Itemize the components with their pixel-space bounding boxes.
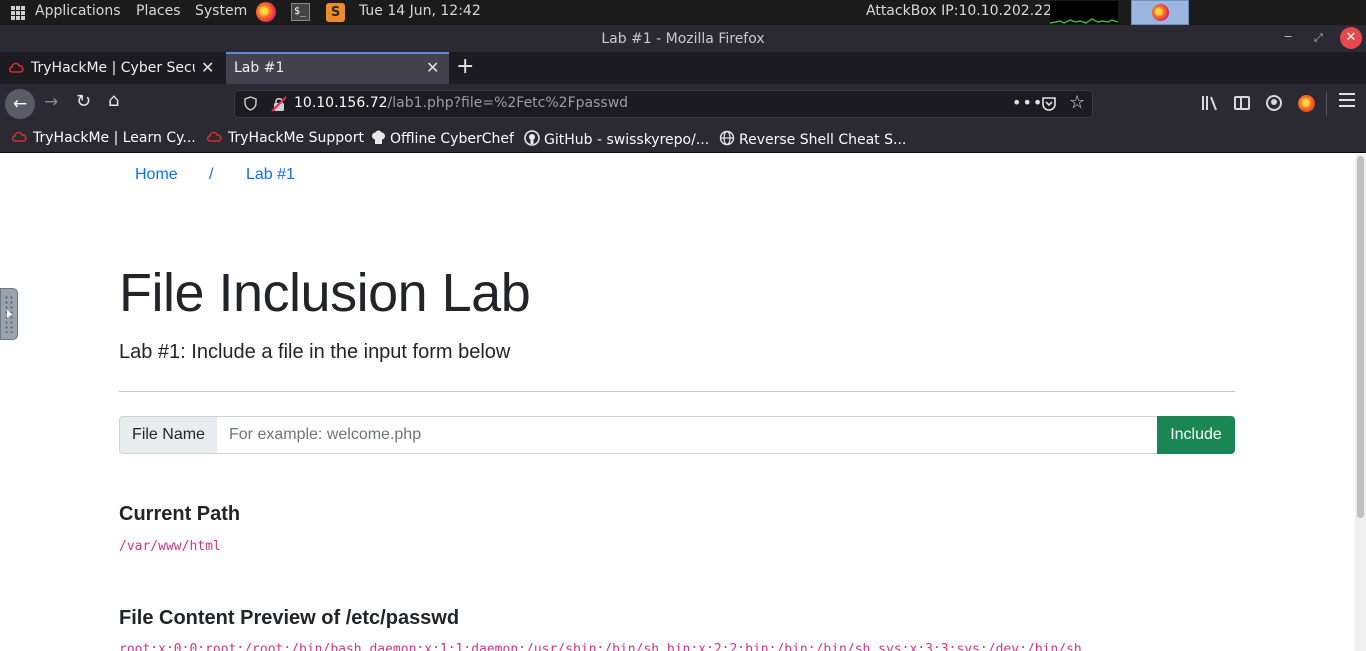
file-include-form: File Name Include <box>119 416 1235 454</box>
github-icon <box>524 130 540 146</box>
navigation-toolbar: ← → ↻ ⌂ 10.10.156.72/lab1.php?file=%2Fet… <box>0 84 1366 124</box>
file-preview-filename: /etc/passwd <box>345 607 460 629</box>
insecure-lock-icon[interactable] <box>271 96 287 112</box>
hamburger-menu-icon[interactable] <box>1339 93 1355 109</box>
attackbox-ip: AttackBox IP:10.10.202.228 <box>866 3 1061 19</box>
file-name-label: File Name <box>119 416 218 454</box>
page-subtitle: Lab #1: Include a file in the input form… <box>119 341 511 363</box>
current-path-heading: Current Path <box>119 503 241 525</box>
bookmark-star-icon[interactable]: ☆ <box>1069 92 1085 113</box>
url-text[interactable]: 10.10.156.72/lab1.php?file=%2Fetc%2Fpass… <box>294 95 628 111</box>
tab-label: TryHackMe | Cyber Security Training <box>31 60 195 76</box>
split-view-handle[interactable] <box>0 288 18 340</box>
breadcrumb-separator: / <box>209 166 214 183</box>
bookmark-label: TryHackMe Support <box>228 130 364 146</box>
breadcrumb-home-link[interactable]: Home <box>135 166 178 184</box>
tab-lab1[interactable]: Lab #1 ✕ <box>226 52 449 84</box>
apps-grid-icon[interactable] <box>11 6 25 20</box>
chef-hat-icon <box>372 130 385 144</box>
window-titlebar: Lab #1 - Mozilla Firefox ‒ ⤢ ✕ <box>0 25 1366 52</box>
tryhackme-icon <box>9 62 24 73</box>
firefox-icon <box>1152 4 1169 21</box>
window-title: Lab #1 - Mozilla Firefox <box>601 31 765 47</box>
places-menu[interactable]: Places <box>136 3 181 19</box>
page-actions-icon[interactable]: ••• <box>1012 93 1043 112</box>
globe-icon <box>719 130 735 146</box>
account-icon[interactable] <box>1266 95 1282 111</box>
maximize-button[interactable]: ⤢ <box>1314 31 1323 45</box>
breadcrumb-current-link[interactable]: Lab #1 <box>246 166 295 184</box>
include-button[interactable]: Include <box>1157 416 1235 454</box>
tryhackme-icon <box>206 131 222 142</box>
bookmark-label: Reverse Shell Cheat S... <box>739 132 907 148</box>
applications-menu[interactable]: Applications <box>35 3 121 19</box>
os-top-panel: Applications Places System $_ S Tue 14 J… <box>0 0 1366 25</box>
url-bar[interactable]: 10.10.156.72/lab1.php?file=%2Fetc%2Fpass… <box>234 90 1093 118</box>
close-window-button[interactable]: ✕ <box>1340 27 1362 49</box>
scrollbar-thumb[interactable] <box>1357 156 1364 518</box>
file-name-input[interactable] <box>217 416 1158 454</box>
url-path: /lab1.php?file=%2Fetc%2Fpasswd <box>387 95 629 111</box>
extension-icon[interactable] <box>1298 95 1315 112</box>
bookmark-tryhackme-learn[interactable]: TryHackMe | Learn Cy... <box>11 130 196 146</box>
bookmark-label: Offline CyberChef <box>390 131 514 147</box>
tab-tryhackme[interactable]: TryHackMe | Cyber Security Training ✕ <box>0 52 224 84</box>
minimize-button[interactable]: ‒ <box>1284 29 1292 44</box>
system-menu[interactable]: System <box>195 3 247 19</box>
url-host: 10.10.156.72 <box>294 95 388 111</box>
bookmark-github-swisskyrepo[interactable]: GitHub - swisskyrepo/... <box>524 130 709 148</box>
file-content-preview: root:x:0:0:root:/root:/bin/bash daemon:x… <box>119 642 1082 651</box>
bookmark-label: TryHackMe | Learn Cy... <box>33 130 196 146</box>
tab-strip: TryHackMe | Cyber Security Training ✕ La… <box>0 52 1366 84</box>
tab-close-icon[interactable]: ✕ <box>201 58 214 77</box>
sublime-launcher-icon[interactable]: S <box>326 3 345 22</box>
bookmark-offline-cyberchef[interactable]: Offline CyberChef <box>371 130 514 147</box>
file-preview-heading: File Content Preview of /etc/passwd <box>119 607 459 630</box>
bookmark-tryhackme-support[interactable]: TryHackMe Support <box>206 130 364 146</box>
file-preview-heading-prefix: File Content Preview of <box>119 607 346 629</box>
home-button[interactable]: ⌂ <box>108 90 119 111</box>
reload-button[interactable]: ↻ <box>76 91 91 112</box>
terminal-launcher-icon[interactable]: $_ <box>291 3 310 21</box>
bookmark-reverse-shell[interactable]: Reverse Shell Cheat S... <box>719 130 906 148</box>
bookmarks-toolbar: TryHackMe | Learn Cy... TryHackMe Suppor… <box>0 124 1366 153</box>
library-icon[interactable] <box>1201 94 1219 112</box>
forward-button[interactable]: → <box>44 92 58 112</box>
clock[interactable]: Tue 14 Jun, 12:42 <box>359 3 481 19</box>
bookmark-label: GitHub - swisskyrepo/... <box>544 132 710 148</box>
firefox-launcher-icon[interactable] <box>256 2 276 22</box>
tracking-shield-icon[interactable] <box>244 96 257 111</box>
toolbar-separator <box>1326 92 1327 116</box>
current-path-value: /var/www/html <box>119 539 221 554</box>
new-tab-button[interactable]: + <box>456 54 474 79</box>
cpu-graph <box>1050 1 1118 24</box>
back-button[interactable]: ← <box>5 89 35 119</box>
pocket-icon[interactable] <box>1041 96 1057 112</box>
taskbar-firefox-window[interactable] <box>1131 0 1189 25</box>
tryhackme-icon <box>11 131 27 142</box>
sidebar-toggle-icon[interactable] <box>1234 96 1250 110</box>
tab-label: Lab #1 <box>234 60 285 76</box>
divider <box>119 391 1235 392</box>
tab-close-icon[interactable]: ✕ <box>426 58 439 77</box>
page-scrollbar[interactable] <box>1355 154 1366 651</box>
page-title: File Inclusion Lab <box>119 263 531 323</box>
page-content: Home / Lab #1 File Inclusion Lab Lab #1:… <box>0 154 1355 651</box>
